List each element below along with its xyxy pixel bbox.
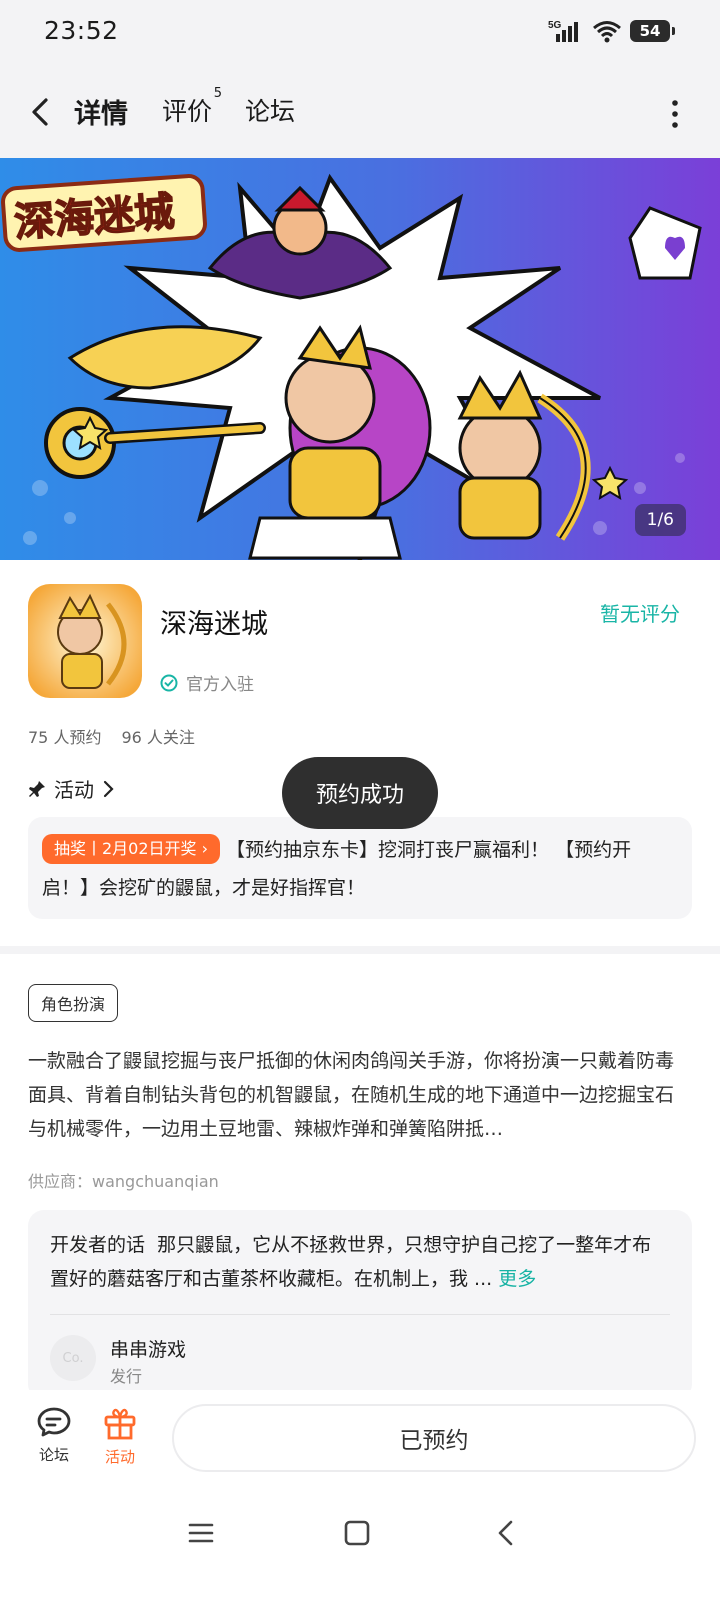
app-icon-artwork xyxy=(28,584,142,698)
cellular-signal-icon: 5G xyxy=(548,20,578,42)
app-stats: 75 人预约 96 人关注 xyxy=(28,724,195,748)
game-description[interactable]: 一款融合了鼹鼠挖掘与丧尸抵御的休闲肉鸽闯关手游，你将扮演一只戴着防毒面具、背着自… xyxy=(28,1044,692,1148)
lottery-tag-label: 抽奖丨2月02日开奖 xyxy=(54,839,197,858)
status-bar: 23:52 5G 54 xyxy=(0,0,720,70)
developer-notes: 开发者的话 那只鼹鼠，它从不拯救世界，只想守护自己挖了一整年才布置好的蘑菇客厅和… xyxy=(50,1228,670,1298)
tab-detail-label: 详情 xyxy=(74,99,128,130)
developer-notes-label: 开发者的话 xyxy=(50,1234,146,1256)
bottom-action-bar: 论坛 活动 已预约 xyxy=(0,1390,720,1490)
network-type-label: 5G xyxy=(548,20,562,31)
publisher-avatar: Co. xyxy=(50,1335,96,1381)
tab-forum-label: 论坛 xyxy=(245,97,296,126)
tab-review[interactable]: 评价 5 xyxy=(162,86,222,128)
chevron-right-icon xyxy=(103,780,114,797)
forum-chat-icon xyxy=(37,1407,71,1437)
forum-button[interactable]: 论坛 xyxy=(24,1406,84,1465)
top-nav: 详情 评价 5 论坛 xyxy=(0,70,720,158)
reservation-count: 75 人预约 xyxy=(28,728,102,747)
gift-icon xyxy=(104,1408,136,1440)
publisher-name: 串串游戏 xyxy=(110,1339,187,1361)
activity-link[interactable]: 活动 xyxy=(28,774,114,803)
title-logo: 深海迷城 xyxy=(1,174,207,252)
rating-status[interactable]: 暂无评分 xyxy=(600,598,680,627)
more-options-icon[interactable] xyxy=(672,100,678,128)
tab-forum[interactable]: 论坛 xyxy=(245,92,295,128)
status-time: 23:52 xyxy=(44,16,119,45)
activity-button-label: 活动 xyxy=(104,1448,135,1466)
banner-page-indicator: 1/6 xyxy=(634,504,686,536)
status-icons: 5G 54 xyxy=(548,18,675,44)
verified-check-icon xyxy=(160,674,178,691)
system-navigation-bar xyxy=(0,1490,720,1601)
official-badge: 官方入驻 xyxy=(160,670,254,695)
publisher-role: 发行 xyxy=(110,1367,143,1386)
battery-icon: 54 xyxy=(630,20,675,42)
tab-detail[interactable]: 详情 xyxy=(70,92,132,133)
follower-count: 96 人关注 xyxy=(121,728,195,747)
menu-icon[interactable] xyxy=(188,1520,214,1546)
developer-notes-card[interactable]: 开发者的话 那只鼹鼠，它从不拯救世界，只想守护自己挖了一整年才布置好的蘑菇客厅和… xyxy=(28,1210,692,1400)
review-count-badge: 5 xyxy=(213,86,223,101)
lottery-tag: 抽奖丨2月02日开奖 › xyxy=(42,834,221,864)
reservation-success-toast: 预约成功 xyxy=(282,757,438,829)
game-banner[interactable]: 深海迷城 1/6 xyxy=(0,158,720,560)
forum-button-label: 论坛 xyxy=(38,1446,69,1464)
banner-artwork: 深海迷城 xyxy=(0,158,720,560)
app-icon xyxy=(28,584,142,698)
app-info-section: 深海迷城 暂无评分 官方入驻 75 人预约 96 人关注 活动 抽奖丨2月02日… xyxy=(0,560,720,950)
genre-tag[interactable]: 角色扮演 xyxy=(28,984,119,1022)
supplier-info: 供应商：wangchuanqian xyxy=(28,1172,219,1191)
description-section: 角色扮演 一款融合了鼹鼠挖掘与丧尸抵御的休闲肉鸽闯关手游，你将扮演一只戴着防毒面… xyxy=(0,954,720,1400)
activity-label: 活动 xyxy=(54,778,94,802)
wifi-icon xyxy=(593,21,621,43)
pin-icon xyxy=(29,780,45,797)
system-back-icon[interactable] xyxy=(496,1520,516,1546)
app-name: 深海迷城 xyxy=(160,609,268,640)
event-card[interactable]: 抽奖丨2月02日开奖 › 【预约抽京东卡】挖洞打丧尸赢福利！ 【预约开启！】会挖矿… xyxy=(28,817,692,919)
publisher-row[interactable]: Co. 串串游戏 发行 xyxy=(50,1315,670,1395)
activity-button[interactable]: 活动 xyxy=(90,1406,150,1467)
official-label: 官方入驻 xyxy=(186,675,254,695)
back-arrow-icon[interactable] xyxy=(26,94,56,130)
more-link[interactable]: 更多 xyxy=(498,1268,536,1290)
home-icon[interactable] xyxy=(344,1520,370,1546)
section-divider xyxy=(0,946,720,954)
tab-review-label: 评价 xyxy=(162,97,213,126)
reserved-button[interactable]: 已预约 xyxy=(172,1404,696,1472)
